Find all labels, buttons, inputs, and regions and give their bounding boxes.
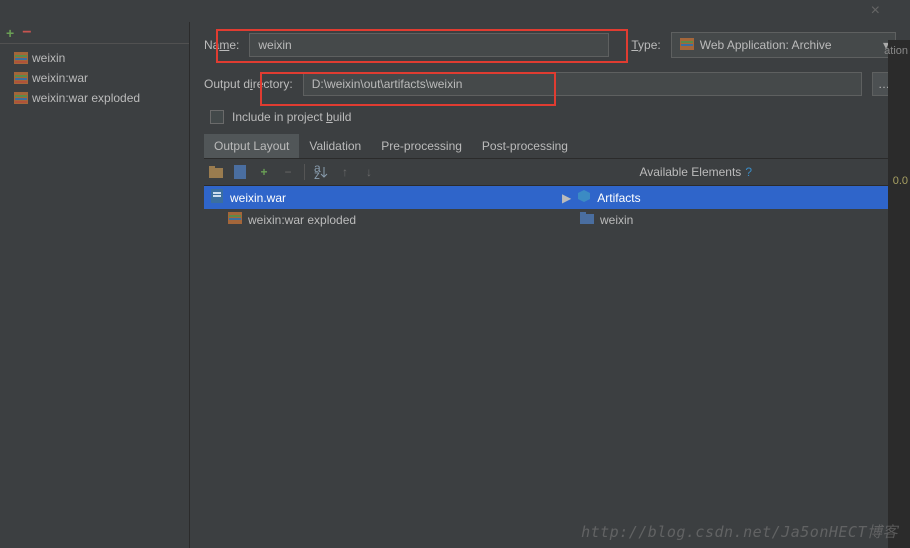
main-layout: + − weixin weixin:war weixin:war explo [0, 22, 910, 548]
add-icon[interactable]: + [6, 25, 14, 41]
remove-icon[interactable]: − [22, 24, 31, 42]
new-folder-icon[interactable] [208, 164, 224, 180]
title-bar: × [0, 0, 910, 22]
sidebar-item-weixin-war[interactable]: weixin:war [0, 68, 189, 88]
edge-number: 0.0 [893, 175, 908, 187]
tabs: Output Layout Validation Pre-processing … [204, 134, 896, 159]
type-select[interactable]: Web Application: Archive ▾ [671, 32, 896, 58]
sort-icon[interactable]: az [313, 164, 329, 180]
tree-child-exploded[interactable]: weixin:war exploded [204, 209, 556, 230]
tab-validation[interactable]: Validation [299, 134, 371, 158]
tree-child-weixin-module[interactable]: weixin [556, 209, 896, 230]
name-label: Name: [204, 38, 239, 52]
tree-root-artifacts[interactable]: ▶ Artifacts [556, 186, 896, 209]
output-dir-label: Output directory: [204, 77, 293, 91]
sidebar-item-label: weixin:war exploded [32, 91, 140, 105]
sidebar-item-label: weixin [32, 51, 65, 65]
sidebar-toolbar: + − [0, 22, 189, 44]
down-icon: ↓ [361, 164, 377, 180]
name-row: Name: Type: Web Application: Archive ▾ [204, 32, 896, 58]
output-tree: weixin.war weixin:war exploded [204, 186, 556, 230]
right-gutter [888, 40, 910, 548]
new-archive-icon[interactable] [232, 164, 248, 180]
archive-icon [14, 72, 28, 84]
expand-icon[interactable]: ▶ [562, 191, 571, 205]
add-copy-icon[interactable]: + [256, 164, 272, 180]
remove-item-icon[interactable]: − [280, 164, 296, 180]
tree-label: weixin [600, 213, 633, 227]
tree-label: Artifacts [597, 191, 640, 205]
web-app-icon [680, 38, 694, 53]
artifact-settings: Name: Type: Web Application: Archive ▾ O… [190, 22, 910, 548]
output-dir-input[interactable] [303, 72, 862, 96]
close-icon[interactable]: × [871, 2, 880, 20]
watermark: http://blog.csdn.net/Ja5onHECT博客 [581, 521, 898, 542]
edge-text: ation [884, 45, 908, 57]
tree-label: weixin:war exploded [248, 213, 356, 227]
type-label: Type: [631, 38, 660, 52]
up-icon: ↑ [337, 164, 353, 180]
sidebar-item-weixin[interactable]: weixin [0, 48, 189, 68]
available-elements-label: Available Elements? [639, 165, 752, 179]
include-build-checkbox[interactable] [210, 110, 224, 124]
tab-output-layout[interactable]: Output Layout [204, 134, 299, 158]
available-tree: ▶ Artifacts weixin [556, 186, 896, 230]
include-build-row[interactable]: Include in project build [204, 110, 896, 124]
artifacts-sidebar: + − weixin weixin:war weixin:war explo [0, 22, 190, 548]
archive-icon [14, 92, 28, 104]
type-value: Web Application: Archive [700, 38, 832, 52]
tree-label: weixin.war [230, 191, 286, 205]
artifact-list: weixin weixin:war weixin:war exploded [0, 44, 189, 112]
module-icon [580, 212, 594, 227]
artifacts-group-icon [577, 189, 591, 206]
tab-preprocessing[interactable]: Pre-processing [371, 134, 472, 158]
include-build-label: Include in project build [232, 110, 351, 124]
help-icon[interactable]: ? [745, 165, 752, 179]
archive-file-icon [210, 189, 224, 206]
layout-toolbar: + − az ↑ ↓ Available Elements? [204, 159, 896, 186]
sidebar-item-weixin-war-exploded[interactable]: weixin:war exploded [0, 88, 189, 108]
archive-icon [14, 52, 28, 64]
separator [304, 164, 305, 180]
svg-text:z: z [314, 168, 320, 179]
artifact-icon [228, 212, 242, 227]
layout-panel: weixin.war weixin:war exploded ▶ Artifac… [204, 186, 896, 230]
name-input[interactable] [249, 33, 609, 57]
sidebar-item-label: weixin:war [32, 71, 88, 85]
tab-postprocessing[interactable]: Post-processing [472, 134, 578, 158]
output-dir-row: Output directory: … [204, 72, 896, 96]
tree-root-weixin-war[interactable]: weixin.war [204, 186, 556, 209]
